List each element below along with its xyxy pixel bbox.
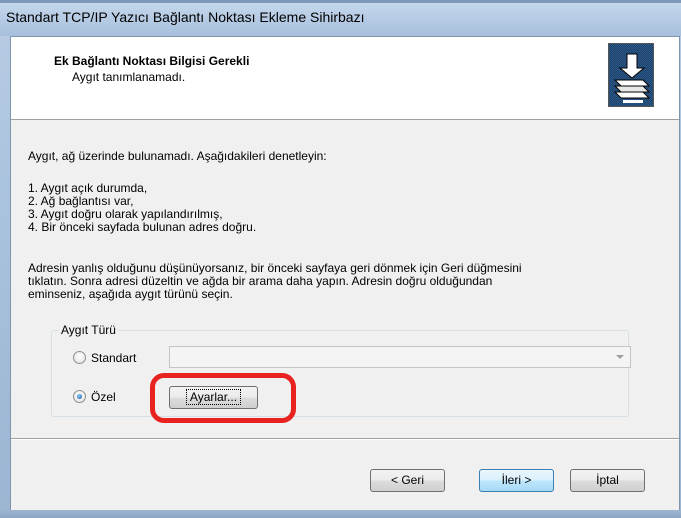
wizard-window: Standart TCP/IP Yazıcı Bağlantı Noktası … <box>0 0 681 518</box>
instruction-line: eminseniz, aşağıda aygıt türünü seçin. <box>28 287 233 301</box>
annotation-highlight <box>150 373 296 423</box>
device-type-legend: Aygıt Türü <box>59 323 118 337</box>
printer-wizard-icon <box>608 43 654 107</box>
device-type-group: Aygıt Türü <box>51 323 629 417</box>
header-subtitle: Aygıt tanımlanamadı. <box>72 70 186 84</box>
title-bar-edge <box>0 0 681 3</box>
custom-radio[interactable] <box>73 390 86 403</box>
standard-radio-label[interactable]: Standart <box>91 351 136 365</box>
footer-separator <box>11 438 679 440</box>
checklist-item: 4. Bir önceki sayfada bulunan adres doğr… <box>28 220 257 234</box>
wizard-client-area: Ek Bağlantı Noktası Bilgisi Gerekli Aygı… <box>10 36 680 511</box>
header-title: Ek Bağlantı Noktası Bilgisi Gerekli <box>54 54 250 68</box>
wizard-header: Ek Bağlantı Noktası Bilgisi Gerekli Aygı… <box>11 37 679 120</box>
custom-radio-label[interactable]: Özel <box>91 390 116 404</box>
window-bottom-border <box>0 510 681 518</box>
standard-radio[interactable] <box>73 351 86 364</box>
title-bar[interactable]: Standart TCP/IP Yazıcı Bağlantı Noktası … <box>0 0 681 36</box>
back-button[interactable]: < Geri <box>370 469 445 492</box>
chevron-down-icon[interactable] <box>616 355 624 359</box>
window-title: Standart TCP/IP Yazıcı Bağlantı Noktası … <box>6 9 365 25</box>
next-button[interactable]: İleri > <box>479 469 554 492</box>
standard-device-combo[interactable] <box>169 346 631 368</box>
intro-text: Aygıt, ağ üzerinde bulunamadı. Aşağıdaki… <box>28 149 327 163</box>
cancel-button[interactable]: İptal <box>570 469 645 492</box>
